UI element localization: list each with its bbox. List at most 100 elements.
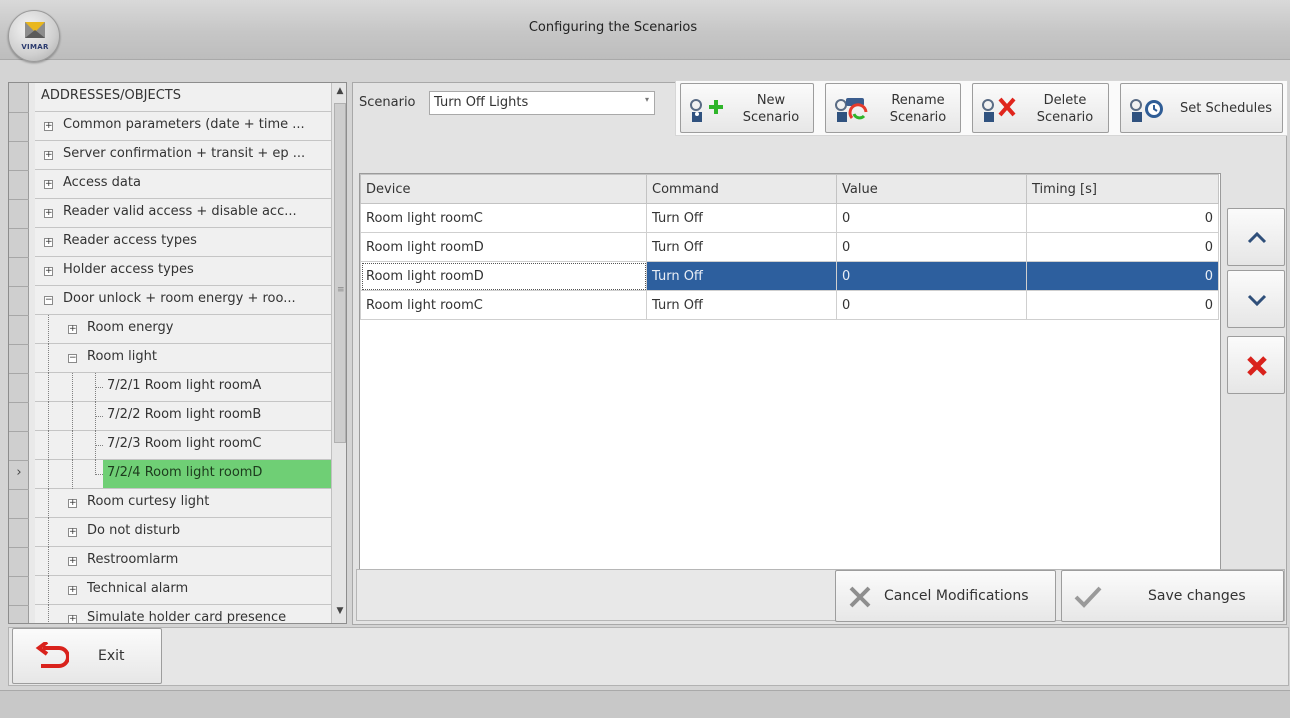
cell-value[interactable]: 0	[836, 290, 1027, 320]
tree-item-label: 7/2/4 Room light roomD	[107, 465, 263, 480]
set-schedules-button[interactable]: Set Schedules	[1120, 83, 1283, 133]
exit-button[interactable]: Exit	[12, 628, 162, 684]
rename-scenario-line1: Rename	[891, 93, 945, 108]
cell-device[interactable]: Room light roomD	[360, 232, 647, 262]
expand-icon[interactable]: +	[68, 499, 77, 508]
scroll-up-icon[interactable]: ▲	[332, 83, 346, 99]
tree-view: ADDRESSES/OBJECTS + Common parameters (d…	[35, 83, 331, 623]
tree-item[interactable]: 7/2/1 Room light roomA	[35, 373, 331, 402]
expand-icon[interactable]: +	[68, 557, 77, 566]
column-header-device[interactable]: Device	[360, 174, 647, 204]
action-bar: Cancel Modifications Save changes	[356, 569, 1285, 622]
checkmark-icon	[1074, 586, 1102, 608]
cell-timing[interactable]: 0	[1026, 232, 1219, 262]
tree-item[interactable]: 7/2/3 Room light roomC	[35, 431, 331, 460]
expand-icon[interactable]: +	[68, 586, 77, 595]
tree-item[interactable]: + Do not disturb	[35, 518, 331, 547]
expand-icon[interactable]: +	[44, 209, 53, 218]
tree-item[interactable]: + Access data	[35, 170, 331, 199]
chevron-up-icon	[1247, 231, 1267, 244]
move-up-button[interactable]	[1227, 208, 1285, 266]
tree-item[interactable]: + Simulate holder card presence	[35, 605, 331, 623]
tree-item-label: Do not disturb	[87, 523, 181, 538]
new-scenario-button[interactable]: New Scenario	[680, 83, 814, 133]
save-changes-button[interactable]: Save changes	[1061, 570, 1284, 622]
new-scenario-line1: New	[756, 93, 786, 108]
cell-device[interactable]: Room light roomC	[360, 203, 647, 233]
cell-command[interactable]: Turn Off	[646, 261, 837, 291]
tree-item-selected[interactable]: 7/2/4 Room light roomD	[35, 460, 331, 489]
tree-item[interactable]: + Reader valid access + disable acc...	[35, 199, 331, 228]
cell-device[interactable]: Room light roomD	[360, 261, 647, 291]
tree-item[interactable]: + Room curtesy light	[35, 489, 331, 518]
table-row[interactable]: Room light roomC Turn Off 0 0	[360, 203, 1219, 233]
cell-device[interactable]: Room light roomC	[360, 290, 647, 320]
tree-header-label: ADDRESSES/OBJECTS	[41, 88, 181, 103]
tree-item[interactable]: + Common parameters (date + time ...	[35, 112, 331, 141]
column-header-command[interactable]: Command	[646, 174, 837, 204]
tree-item[interactable]: − Door unlock + room energy + roo...	[35, 286, 331, 315]
tree-item-label: 7/2/3 Room light roomC	[107, 436, 262, 451]
cell-command[interactable]: Turn Off	[646, 290, 837, 320]
collapse-icon[interactable]: −	[44, 296, 53, 305]
expand-icon[interactable]: +	[44, 180, 53, 189]
cell-command[interactable]: Turn Off	[646, 203, 837, 233]
tree-item[interactable]: − Room light	[35, 344, 331, 373]
expand-icon[interactable]: +	[68, 325, 77, 334]
tree-item[interactable]: + Restroomlarm	[35, 547, 331, 576]
delete-scenario-button[interactable]: Delete Scenario	[972, 83, 1109, 133]
tree-item[interactable]: + Server confirmation + transit + ep ...	[35, 141, 331, 170]
cell-value[interactable]: 0	[836, 203, 1027, 233]
scroll-down-icon[interactable]: ▼	[332, 603, 346, 619]
cell-timing[interactable]: 0	[1026, 290, 1219, 320]
column-header-timing[interactable]: Timing [s]	[1026, 174, 1219, 204]
scenario-select[interactable]: Turn Off Lights ▾	[429, 91, 655, 115]
column-header-value[interactable]: Value	[836, 174, 1027, 204]
scroll-thumb[interactable]: ≡	[334, 103, 346, 443]
tree-scrollbar[interactable]: ▲ ≡ ▼	[331, 83, 346, 623]
tree-item-label: 7/2/2 Room light roomB	[107, 407, 262, 422]
cell-timing[interactable]: 0	[1026, 203, 1219, 233]
expand-icon[interactable]: +	[44, 151, 53, 160]
rename-scenario-button[interactable]: Rename Scenario	[825, 83, 961, 133]
scenario-label: Scenario	[359, 95, 416, 110]
schedule-clock-icon	[1130, 99, 1163, 122]
tree-side-strip: ›	[9, 83, 29, 623]
cancel-modifications-button[interactable]: Cancel Modifications	[835, 570, 1056, 622]
tree-item[interactable]: + Technical alarm	[35, 576, 331, 605]
tree-item[interactable]: 7/2/2 Room light roomB	[35, 402, 331, 431]
expand-panel-arrow-icon[interactable]: ›	[9, 461, 29, 485]
tree-item-label: Access data	[63, 175, 141, 190]
tree-item-label: Simulate holder card presence	[87, 610, 287, 623]
tree-item[interactable]: + Reader access types	[35, 228, 331, 257]
cell-timing[interactable]: 0	[1026, 261, 1219, 291]
window-title: Configuring the Scenarios	[528, 20, 698, 35]
expand-icon[interactable]: +	[44, 267, 53, 276]
status-bar	[0, 690, 1290, 718]
tree-item-label: Reader valid access + disable acc...	[63, 204, 297, 219]
app-logo-button[interactable]: VIMAR	[8, 10, 60, 62]
expand-icon[interactable]: +	[44, 238, 53, 247]
expand-icon[interactable]: +	[68, 528, 77, 537]
rename-scenario-line2: Scenario	[889, 110, 947, 125]
remove-row-button[interactable]	[1227, 336, 1285, 394]
tree-item[interactable]: + Holder access types	[35, 257, 331, 286]
table-row[interactable]: Room light roomC Turn Off 0 0	[360, 290, 1219, 320]
collapse-icon[interactable]: −	[68, 354, 77, 363]
logo-mark-icon	[25, 22, 45, 38]
cell-value[interactable]: 0	[836, 232, 1027, 262]
expand-icon[interactable]: +	[44, 122, 53, 131]
expand-icon[interactable]: +	[68, 615, 77, 623]
tree-item[interactable]: + Room energy	[35, 315, 331, 344]
delete-scenario-line2: Scenario	[1036, 110, 1094, 125]
tree-item-label: Holder access types	[63, 262, 194, 277]
tree-item-label: Technical alarm	[87, 581, 189, 596]
cell-value[interactable]: 0	[836, 261, 1027, 291]
move-down-button[interactable]	[1227, 270, 1285, 328]
cell-command[interactable]: Turn Off	[646, 232, 837, 262]
table-row[interactable]: Room light roomD Turn Off 0 0	[360, 232, 1219, 262]
tree-item-label: Server confirmation + transit + ep ...	[63, 146, 306, 161]
table-row-selected[interactable]: Room light roomD Turn Off 0 0	[360, 261, 1219, 291]
tree-header: ADDRESSES/OBJECTS	[35, 83, 331, 112]
cancel-x-icon	[849, 586, 871, 608]
